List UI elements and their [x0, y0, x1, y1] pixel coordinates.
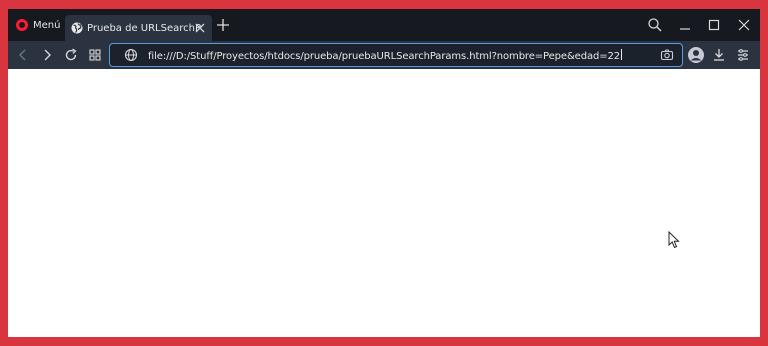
globe-icon: [71, 22, 83, 34]
menu-label: Menú: [33, 19, 61, 31]
tab-title: Prueba de URLSearchParams: [87, 22, 201, 34]
opera-logo-icon: [16, 19, 28, 31]
new-tab-icon[interactable]: [216, 18, 230, 32]
back-icon[interactable]: [15, 47, 31, 63]
close-tab-icon[interactable]: [194, 22, 206, 34]
tab-bar: Menú Prueba de URLSearchParams: [8, 9, 760, 41]
minimize-icon[interactable]: [675, 15, 695, 35]
speed-dial-icon[interactable]: [87, 47, 103, 63]
page-content: [8, 69, 760, 337]
url-input[interactable]: file:///D:/Stuff/Proyectos/htdocs/prueba…: [148, 49, 623, 62]
site-info-globe-icon[interactable]: [124, 48, 138, 62]
address-bar[interactable]: file:///D:/Stuff/Proyectos/htdocs/prueba…: [109, 43, 683, 67]
forward-icon[interactable]: [39, 47, 55, 63]
search-tabs-icon[interactable]: [645, 15, 665, 35]
reload-icon[interactable]: [63, 47, 79, 63]
toolbar: file:///D:/Stuff/Proyectos/htdocs/prueba…: [8, 41, 760, 69]
download-icon[interactable]: [711, 47, 727, 63]
tab-active[interactable]: Prueba de URLSearchParams: [65, 15, 212, 41]
profile-avatar-icon[interactable]: [687, 46, 705, 64]
url-text: file:///D:/Stuff/Proyectos/htdocs/prueba…: [148, 51, 621, 62]
close-window-icon[interactable]: [734, 15, 754, 35]
easy-setup-icon[interactable]: [735, 47, 751, 63]
text-caret: [621, 49, 623, 60]
mouse-pointer-icon: [668, 231, 680, 249]
snapshot-camera-icon[interactable]: [660, 48, 674, 62]
browser-window: Menú Prueba de URLSearchParams: [8, 9, 760, 337]
maximize-icon[interactable]: [704, 15, 724, 35]
opera-menu-button[interactable]: Menú: [8, 9, 64, 41]
